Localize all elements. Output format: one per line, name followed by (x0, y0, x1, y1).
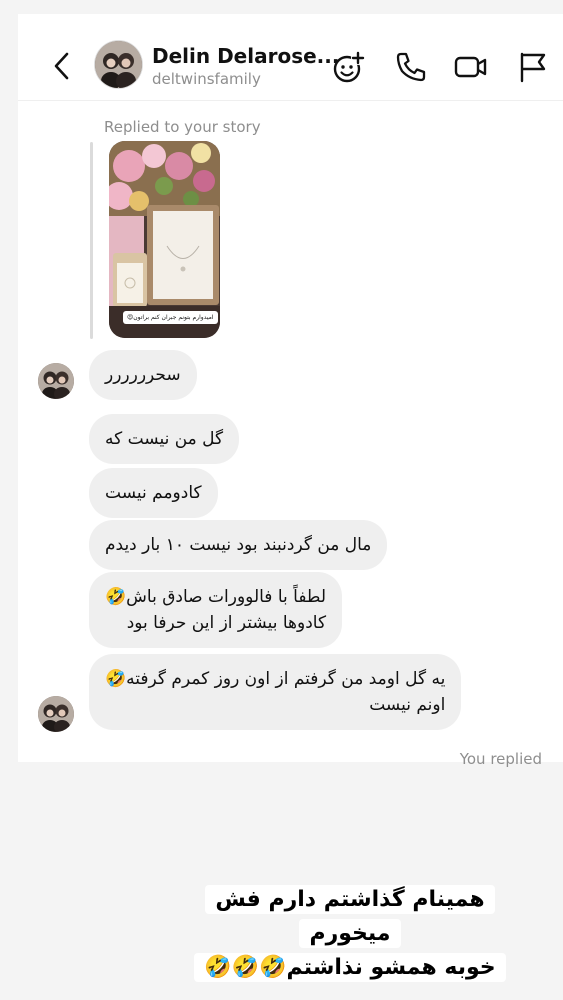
avatar[interactable] (38, 363, 74, 399)
contact-handle[interactable]: deltwinsfamily (152, 70, 261, 88)
message-text: یه گل اومد من گرفتم از اون روز کمرم گرفت… (105, 669, 446, 689)
avatar[interactable] (38, 696, 74, 732)
phone-icon[interactable] (394, 50, 428, 84)
message-text: کادومم نیست (105, 483, 202, 503)
story-caption: امیدوارم بتونم جبران کنم براتون😍 (123, 311, 218, 324)
add-effect-icon[interactable] (332, 50, 366, 84)
message-text: مال من گردنبند بود نیست ۱۰ بار دیدم (105, 535, 372, 555)
chat-header: Delin Delarose... deltwinsfamily (18, 14, 563, 101)
flag-icon[interactable] (516, 50, 550, 84)
you-replied-label: You replied (459, 750, 542, 768)
message-bubble[interactable]: کادومم نیست (89, 468, 218, 518)
replied-to-story-label: Replied to your story (104, 118, 261, 136)
overlay-line-1: همینام گذاشتم دارم فش میخورم (205, 885, 495, 948)
message-text: گل من نیست که (105, 429, 224, 449)
message-text: سحرررررر (105, 365, 181, 385)
story-thumbnail[interactable]: امیدوارم بتونم جبران کنم براتون😍 (109, 141, 220, 338)
message-text: کادوها بیشتر از این حرفا بود (126, 613, 327, 633)
reply-indicator-bar (90, 142, 93, 339)
avatar[interactable] (95, 41, 142, 88)
message-text: لطفاً با فالوورات صادق باش🤣 (105, 587, 327, 607)
message-bubble[interactable]: یه گل اومد من گرفتم از اون روز کمرم گرفت… (89, 654, 462, 730)
message-bubble[interactable]: لطفاً با فالوورات صادق باش🤣 کادوها بیشتر… (89, 572, 343, 648)
video-icon[interactable] (454, 50, 488, 84)
story-image (109, 141, 220, 338)
message-text: اونم نیست (369, 695, 446, 715)
message-bubble[interactable]: سحرررررر (89, 350, 197, 400)
contact-name[interactable]: Delin Delarose... (152, 44, 339, 68)
message-bubble[interactable]: مال من گردنبند بود نیست ۱۰ بار دیدم (89, 520, 388, 570)
profile-photo-icon (38, 363, 74, 399)
message-bubble[interactable]: گل من نیست که (89, 414, 240, 464)
profile-photo-icon (95, 41, 142, 88)
overlay-line-2: خوبه همشو نذاشتم🤣🤣🤣 (194, 953, 506, 982)
profile-photo-icon (38, 696, 74, 732)
chevron-left-icon[interactable] (50, 50, 74, 82)
story-overlay-caption: همینام گذاشتم دارم فش میخورم خوبه همشو ن… (170, 883, 530, 985)
dm-thread-screen: Delin Delarose... deltwinsfamily Replied… (18, 14, 563, 768)
